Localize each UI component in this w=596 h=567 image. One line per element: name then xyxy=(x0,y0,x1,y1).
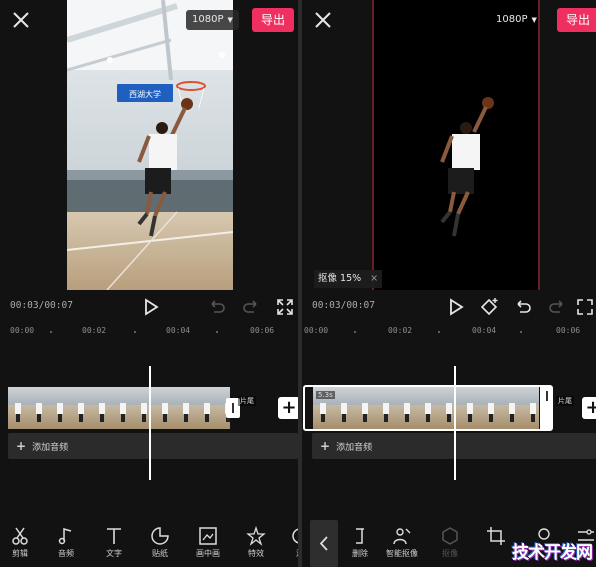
timeline-ruler[interactable]: 00:00 00:02 00:04 00:06 xyxy=(302,322,596,340)
tool-label: 特效 xyxy=(248,549,264,558)
sticker-icon xyxy=(151,527,169,545)
effects-icon xyxy=(246,526,266,546)
matting-progress: 抠像 15% × xyxy=(314,270,383,288)
export-button[interactable]: 导出 xyxy=(557,8,596,32)
close-icon[interactable] xyxy=(312,9,334,31)
fullscreen-icon[interactable] xyxy=(574,296,596,318)
ruler-tick: 00:02 xyxy=(82,326,107,335)
ruler-tick: 00:06 xyxy=(556,326,581,335)
toolbar: 剪辑 音频 文字 贴纸 画中画 特效 滤 xyxy=(0,520,298,567)
timecode: 00:03/00:07 xyxy=(10,300,73,311)
clip-trim-handle[interactable] xyxy=(540,386,552,430)
editor-panel-matting: 1080P ▼ 导出 抠像 15% × 00:03/00:07 00:00 00:… xyxy=(302,0,596,567)
keyframe-icon[interactable] xyxy=(478,296,500,318)
add-audio-row[interactable]: + 添加音频 xyxy=(8,433,298,459)
ruler-tick: 00:00 xyxy=(10,326,35,335)
ruler-tick: 00:00 xyxy=(304,326,329,335)
plus-icon: + xyxy=(16,439,27,453)
close-icon[interactable] xyxy=(10,9,32,31)
matting-progress-label: 抠像 15% xyxy=(318,273,362,284)
clip-end-tag[interactable]: 片尾 xyxy=(556,396,574,406)
clip-end-tag[interactable]: 片尾 xyxy=(238,396,256,406)
site-watermark: 技术开发网 xyxy=(512,543,593,563)
export-button[interactable]: 导出 xyxy=(252,8,294,32)
video-preview[interactable]: 西湖大学 xyxy=(67,0,233,290)
filter-icon xyxy=(292,528,298,544)
play-icon[interactable] xyxy=(444,296,466,318)
tool-crop[interactable] xyxy=(476,526,516,548)
clip-selection-frame[interactable] xyxy=(303,385,553,431)
caret-down-icon: ▼ xyxy=(531,16,537,24)
timecode: 00:03/00:07 xyxy=(312,300,375,311)
chroma-key-icon xyxy=(442,527,458,545)
tool-label: 画中画 xyxy=(196,549,220,558)
picture-in-picture-icon xyxy=(199,527,217,545)
ruler-tick: 00:04 xyxy=(472,326,497,335)
ruler-tick: 00:06 xyxy=(250,326,275,335)
tool-label: 删除 xyxy=(352,549,368,558)
resolution-button[interactable]: 1080P ▼ xyxy=(186,10,239,30)
resolution-label: 1080P xyxy=(192,14,224,25)
tool-text[interactable]: 文字 xyxy=(94,526,134,559)
ruler-tick: 00:04 xyxy=(166,326,191,335)
redo-icon[interactable] xyxy=(546,296,568,318)
tool-audio[interactable]: 音频 xyxy=(46,526,86,559)
cancel-matting-icon[interactable]: × xyxy=(370,273,378,284)
tool-smart-matting[interactable]: 智能抠像 xyxy=(382,526,422,559)
tool-cut[interactable]: 剪辑 xyxy=(0,526,40,559)
resolution-button[interactable]: 1080P ▼ xyxy=(490,10,543,30)
playhead[interactable] xyxy=(149,366,151,480)
video-preview-matted[interactable] xyxy=(372,0,540,290)
tool-label: 剪辑 xyxy=(12,549,28,558)
tool-label: 滤 xyxy=(280,548,298,559)
play-icon[interactable] xyxy=(139,296,161,318)
clip-duration: 5.3s xyxy=(316,391,335,399)
ruler-tick: 00:02 xyxy=(388,326,413,335)
redo-icon[interactable] xyxy=(240,296,262,318)
editor-panel-original: 西湖大学 1080P▼ 导出 00:03/00:07 00:00 00:02 xyxy=(0,0,298,567)
undo-icon[interactable] xyxy=(206,296,228,318)
add-audio-label: 添加音频 xyxy=(336,443,373,453)
resolution-label: 1080P xyxy=(496,14,528,25)
tool-label: 音频 xyxy=(58,549,74,558)
add-audio-label: 添加音频 xyxy=(32,443,69,453)
plus-icon: + xyxy=(320,439,331,453)
video-track[interactable] xyxy=(8,387,230,429)
tool-label: 文字 xyxy=(106,549,122,558)
tool-filter[interactable]: 滤 xyxy=(280,526,298,559)
timeline-ruler[interactable]: 00:00 00:02 00:04 00:06 xyxy=(0,322,298,340)
back-button[interactable] xyxy=(310,520,338,567)
tool-label: 抠像 xyxy=(442,549,458,558)
music-note-icon xyxy=(58,528,72,545)
playhead[interactable] xyxy=(454,366,456,480)
chevron-left-icon xyxy=(319,536,328,551)
text-icon xyxy=(107,528,121,544)
fullscreen-icon[interactable] xyxy=(274,296,296,318)
hoop-sign: 西湖大学 xyxy=(129,89,161,99)
smart-matting-icon xyxy=(393,528,411,545)
tool-label: 智能抠像 xyxy=(386,549,418,558)
add-clip-button[interactable]: + xyxy=(278,397,298,419)
scissors-icon xyxy=(12,527,28,545)
add-clip-button[interactable]: + xyxy=(582,397,596,419)
tool-sticker[interactable]: 贴纸 xyxy=(140,526,180,559)
delete-icon xyxy=(356,528,364,544)
tool-label: 贴纸 xyxy=(152,549,168,558)
crop-icon xyxy=(487,527,505,545)
tool-effects[interactable]: 特效 xyxy=(236,526,276,559)
tool-delete[interactable]: 删除 xyxy=(340,526,380,559)
tool-pip[interactable]: 画中画 xyxy=(188,526,228,559)
undo-icon[interactable] xyxy=(512,296,534,318)
tool-chroma-key[interactable]: 抠像 xyxy=(430,526,470,559)
caret-down-icon: ▼ xyxy=(227,16,233,24)
